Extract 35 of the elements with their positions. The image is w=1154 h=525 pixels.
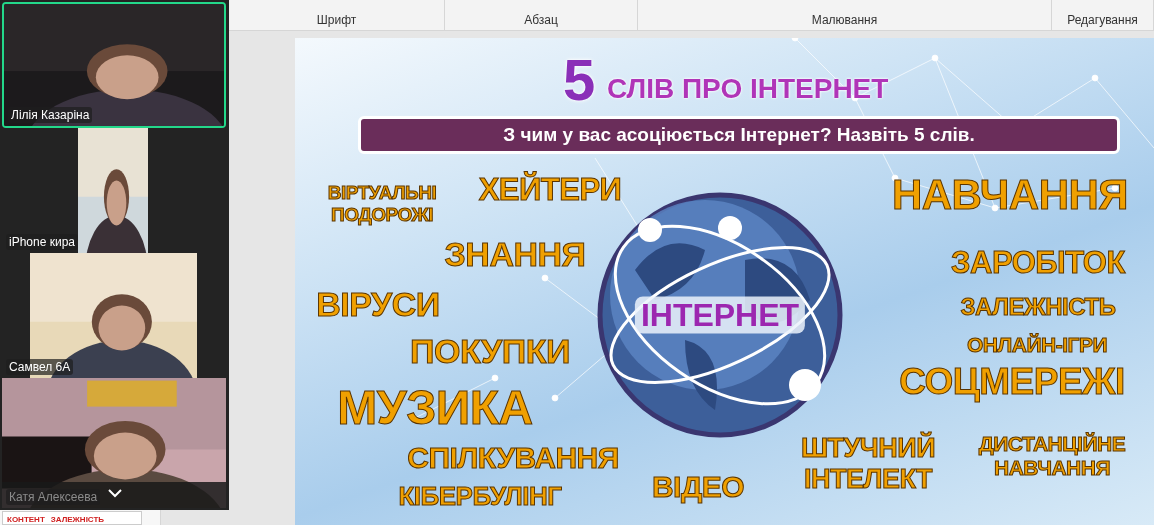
word-cloud-word: ЗНАННЯ [444, 235, 586, 275]
word-cloud-word: ЗАРОБІТОК [951, 245, 1125, 281]
ribbon-group-label: Малювання [811, 13, 878, 27]
chevron-down-icon[interactable] [108, 489, 122, 498]
word-cloud-word: ДИСТАНЦІЙНЕ НАВЧАННЯ [977, 431, 1127, 481]
slide-thumbnail[interactable]: КОНТЕНТ ЗАЛЕЖНІСТЬ [2, 511, 142, 525]
question-banner: З чим у вас асоціюється Інтернет? Назвіть 5 слів. [358, 116, 1120, 154]
participant-name: Катя Алексеева [6, 489, 101, 505]
ribbon-group-label: Шрифт [316, 13, 357, 27]
participant-name: iPhone кира [6, 234, 78, 250]
word-cloud-word: ШТУЧНИЙ ІНТЕЛЕКТ [799, 432, 937, 496]
word-cloud-word: КІБЕРБУЛІНГ [398, 482, 562, 512]
participant-name: Самвел 6А [6, 359, 74, 375]
thumbnail-word: ЗАЛЕЖНІСТЬ [50, 515, 105, 524]
thumbnail-word: КОНТЕНТ [7, 515, 45, 524]
word-cloud-word: ПОКУПКИ [410, 332, 570, 372]
word-cloud-word: СОЦМЕРЕЖІ [899, 360, 1125, 404]
word-cloud-word: ХЕЙТЕРИ [478, 172, 622, 208]
ribbon-group-label: Редагування [1067, 13, 1138, 27]
participant-name: Лілія Казаріна [8, 107, 93, 123]
word-cloud-word: СПІЛКУВАННЯ [407, 440, 619, 476]
participant-tile[interactable]: Лілія Казаріна [2, 2, 226, 128]
participant-tile[interactable]: Самвел 6А [2, 253, 226, 378]
word-cloud-word: ОНЛАЙН-ІГРИ [967, 332, 1107, 358]
slide-title: СЛІВ ПРО ІНТЕРНЕТ [607, 73, 889, 105]
word-cloud-word: ВІРТУАЛЬНІ ПОДОРОЖІ [326, 182, 438, 226]
globe-label: ІНТЕРНЕТ [634, 296, 806, 334]
word-cloud-word: ВІРУСИ [316, 285, 440, 325]
word-cloud-word: НАВЧАННЯ [891, 170, 1129, 220]
ribbon-group-label: Абзац [524, 13, 558, 27]
participant-tile[interactable]: Катя Алексеева [2, 378, 226, 508]
word-cloud-word: ЗАЛЕЖНІСТЬ [960, 293, 1116, 321]
title-number: 5 [563, 46, 596, 113]
word-cloud-word: МУЗИКА [337, 380, 533, 436]
word-cloud-word: ВІДЕО [651, 469, 745, 505]
